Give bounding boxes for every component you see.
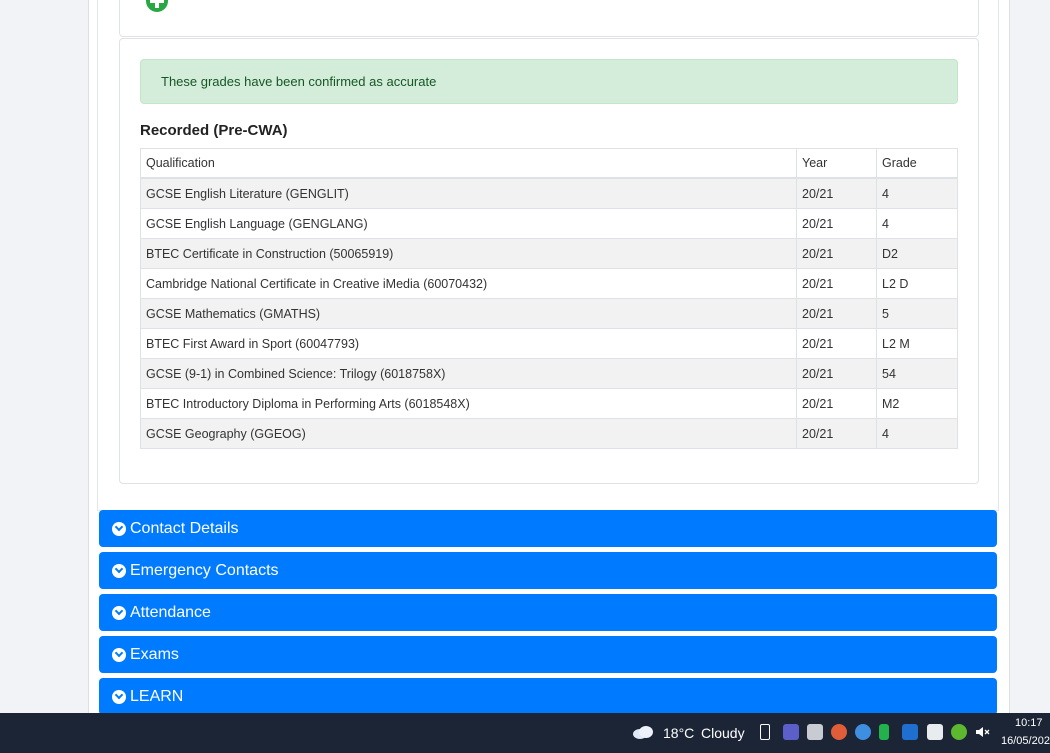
cell-qualification: Cambridge National Certificate in Creati… [140,268,797,299]
usb-drive-icon[interactable] [760,724,770,740]
chevron-down-circle-icon [112,564,126,578]
cell-qualification: GCSE Mathematics (GMATHS) [140,298,797,329]
cell-grade: 4 [876,177,958,209]
grades-table: Qualification Year Grade GCSE English Li… [140,148,958,449]
cell-qualification: GCSE English Language (GENGLANG) [140,208,797,239]
shield-icon[interactable] [927,724,943,740]
main-content: These grades have been confirmed as accu… [88,0,1010,713]
header-grade: Grade [876,148,958,179]
accordion-label: Exams [130,646,179,663]
accordion-label: Attendance [130,604,211,621]
table-header-row: Qualification Year Grade [140,148,958,179]
rm-icon[interactable] [902,724,918,740]
flag-icon[interactable] [879,724,889,740]
cloud-icon[interactable] [632,725,654,739]
header-year: Year [796,148,877,179]
cell-qualification: BTEC Introductory Diploma in Performing … [140,388,797,419]
table-row: BTEC First Award in Sport (60047793) 20/… [140,328,958,359]
chevron-down-circle-icon [112,690,126,704]
accordion-emergency-contacts[interactable]: Emergency Contacts [99,552,997,589]
accordion-label: Emergency Contacts [130,562,279,579]
onedrive-warning-icon[interactable] [855,724,871,740]
record-icon[interactable] [831,724,847,740]
weather-temperature[interactable]: 18°C [663,725,694,741]
clock-date[interactable]: 16/05/202 [1001,735,1050,747]
cell-year: 20/21 [796,238,877,269]
speaker-muted-icon[interactable] [974,724,990,740]
cell-grade: 54 [876,358,958,389]
cell-qualification: GCSE Geography (GGEOG) [140,418,797,449]
accordion-learn[interactable]: LEARN [99,678,997,713]
cell-year: 20/21 [796,328,877,359]
cell-grade: 5 [876,298,958,329]
accordion-exams[interactable]: Exams [99,636,997,673]
cell-qualification: GCSE English Literature (GENGLIT) [140,177,797,209]
accordion-attendance[interactable]: Attendance [99,594,997,631]
alert-text: These grades have been confirmed as accu… [161,74,437,89]
table-row: GCSE Geography (GGEOG) 20/21 4 [140,418,958,449]
weather-condition[interactable]: Cloudy [701,725,745,741]
chevron-down-circle-icon [112,648,126,662]
cell-qualification: BTEC First Award in Sport (60047793) [140,328,797,359]
cell-year: 20/21 [796,388,877,419]
sync-icon[interactable] [951,724,967,740]
accordion-label: LEARN [130,688,184,705]
cell-grade: 4 [876,208,958,239]
chevron-down-circle-icon [112,522,126,536]
cell-grade: L2 D [876,268,958,299]
table-row: GCSE English Language (GENGLANG) 20/21 4 [140,208,958,239]
cell-year: 20/21 [796,208,877,239]
cell-year: 20/21 [796,418,877,449]
cell-year: 20/21 [796,298,877,329]
add-circle-icon[interactable] [146,0,168,12]
chevron-down-circle-icon [112,606,126,620]
table-row: Cambridge National Certificate in Creati… [140,268,958,299]
cell-qualification: BTEC Certificate in Construction (500659… [140,238,797,269]
accordion-label: Contact Details [130,520,239,537]
table-row: BTEC Introductory Diploma in Performing … [140,388,958,419]
cell-qualification: GCSE (9-1) in Combined Science: Trilogy … [140,358,797,389]
teams-icon[interactable] [783,724,799,740]
confirmation-alert: These grades have been confirmed as accu… [140,59,958,104]
table-row: GCSE Mathematics (GMATHS) 20/21 5 [140,298,958,329]
table-row: GCSE (9-1) in Combined Science: Trilogy … [140,358,958,389]
grades-card: These grades have been confirmed as accu… [119,38,979,484]
cell-year: 20/21 [796,358,877,389]
cell-grade: L2 M [876,328,958,359]
clock-time[interactable]: 10:17 [1015,717,1043,729]
section-title: Recorded (Pre-CWA) [140,122,288,139]
cell-year: 20/21 [796,177,877,209]
table-row: BTEC Certificate in Construction (500659… [140,238,958,269]
printer-icon[interactable] [807,724,823,740]
add-card [119,0,979,37]
table-row: GCSE English Literature (GENGLIT) 20/21 … [140,177,958,209]
cell-grade: 4 [876,418,958,449]
cell-year: 20/21 [796,268,877,299]
cell-grade: D2 [876,238,958,269]
header-qualification: Qualification [140,148,797,179]
accordion-contact-details[interactable]: Contact Details [99,510,997,547]
taskbar: 18°C Cloudy 10:17 16/05/202 [0,713,1050,753]
cell-grade: M2 [876,388,958,419]
